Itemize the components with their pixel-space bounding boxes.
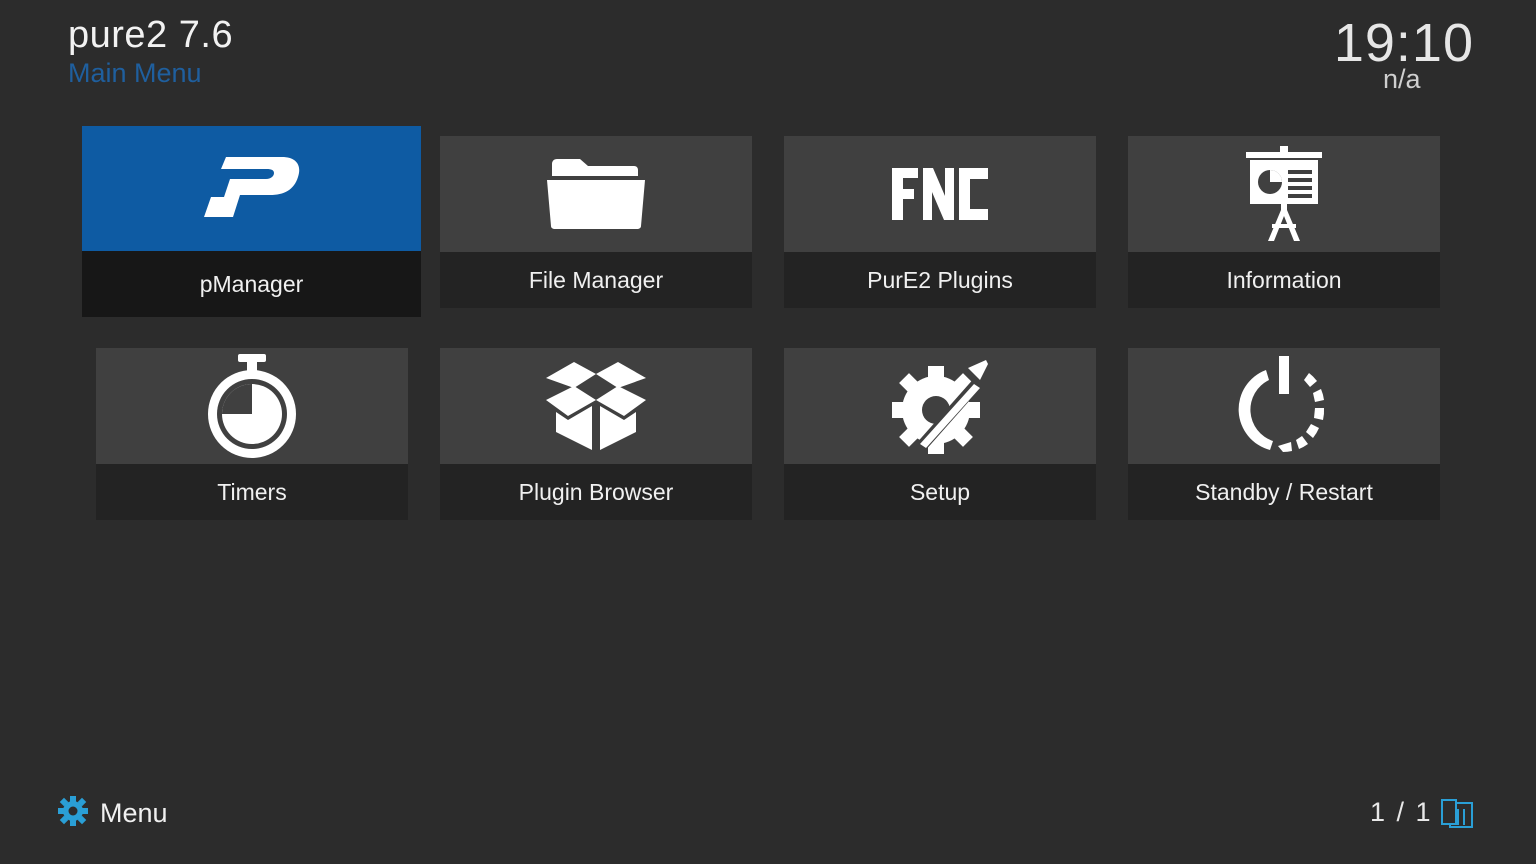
- tile-icon-area: [440, 348, 752, 464]
- tile-standby-restart[interactable]: Standby / Restart: [1128, 348, 1440, 520]
- clock-subtext: n/a: [1383, 64, 1421, 94]
- tile-timers[interactable]: Timers: [96, 348, 408, 520]
- tile-label: Setup: [909, 478, 971, 505]
- tile-icon-area: [440, 136, 752, 252]
- tile-pmanager[interactable]: pManager: [82, 126, 421, 317]
- presentation-board-icon: [1244, 146, 1324, 242]
- tile-label: pManager: [199, 270, 304, 297]
- tile-icon-area: [96, 348, 408, 464]
- tile-label-area: Setup: [784, 464, 1096, 520]
- tile-label: File Manager: [528, 266, 664, 293]
- power-icon: [1236, 356, 1332, 456]
- pages-icon: [1440, 799, 1474, 834]
- tile-label: Standby / Restart: [1195, 478, 1373, 505]
- open-box-icon: [544, 360, 648, 452]
- main-menu-screen: pure2 7.6 Main Menu 19:10 n/a pManager F…: [0, 0, 1536, 864]
- tile-setup[interactable]: Setup: [784, 348, 1096, 520]
- tile-label: Timers: [217, 478, 287, 505]
- stopwatch-icon: [206, 354, 298, 458]
- tile-plugin-browser[interactable]: Plugin Browser: [440, 348, 752, 520]
- tile-label: PurE2 Plugins: [867, 266, 1013, 293]
- tile-icon-area: [784, 348, 1096, 464]
- tile-label: Information: [1226, 266, 1342, 293]
- tile-label-area: pManager: [82, 251, 421, 317]
- folder-icon: [546, 158, 646, 230]
- tile-icon-area: [82, 126, 421, 251]
- gear-icon: [58, 796, 88, 831]
- tile-icon-area: [1128, 348, 1440, 464]
- tile-label-area: File Manager: [440, 252, 752, 308]
- app-title: pure2 7.6: [68, 14, 234, 56]
- footer-menu-label: Menu: [100, 798, 168, 828]
- fnc-logo-icon: [892, 168, 988, 220]
- page-subtitle: Main Menu: [68, 58, 202, 88]
- tile-label-area: Standby / Restart: [1128, 464, 1440, 520]
- tile-label-area: Plugin Browser: [440, 464, 752, 520]
- tile-pure2-plugins[interactable]: PurE2 Plugins: [784, 136, 1096, 308]
- tile-label-area: Timers: [96, 464, 408, 520]
- tile-icon-area: [1128, 136, 1440, 252]
- tile-file-manager[interactable]: File Manager: [440, 136, 752, 308]
- tile-label-area: PurE2 Plugins: [784, 252, 1096, 308]
- footer-menu-button[interactable]: Menu: [58, 796, 168, 831]
- tile-label: Plugin Browser: [518, 478, 674, 505]
- tile-information[interactable]: Information: [1128, 136, 1440, 308]
- p-logo-icon: [203, 156, 300, 221]
- tile-label-area: Information: [1128, 252, 1440, 308]
- gear-tools-icon: [890, 356, 990, 456]
- page-counter: 1 / 1: [1370, 797, 1433, 827]
- tile-icon-area: [784, 136, 1096, 252]
